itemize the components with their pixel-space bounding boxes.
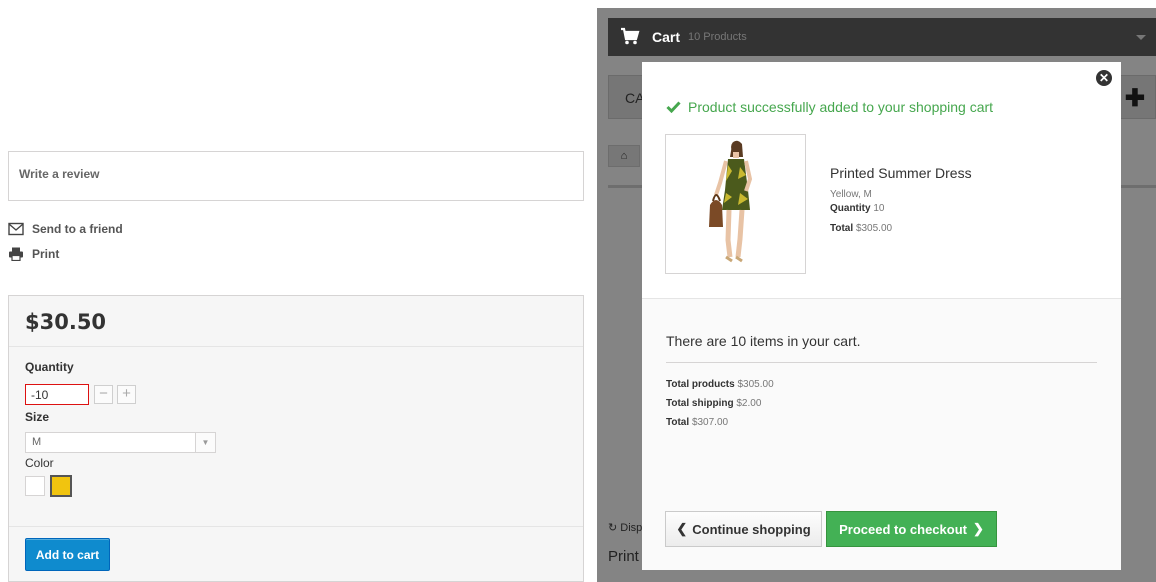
size-value: M — [32, 436, 42, 448]
size-label: Size — [25, 410, 50, 424]
quantity-input[interactable] — [25, 384, 89, 405]
home-icon: ⌂ — [608, 145, 640, 167]
color-label: Color — [25, 456, 54, 470]
cart-bar[interactable]: Cart 10 Products — [608, 18, 1156, 56]
product-total-line: Total $305.00 — [830, 223, 892, 234]
total-products-value: $305.00 — [737, 379, 774, 390]
total-products-label: Total products — [666, 379, 735, 390]
product-quantity-value: 10 — [873, 203, 885, 214]
cart-title: Cart — [652, 29, 681, 45]
total-products-line: Total products $305.00 — [666, 379, 774, 390]
check-icon — [666, 101, 681, 113]
cart-count: 10 Products — [688, 31, 747, 43]
chevron-down-icon: ▼ — [195, 433, 215, 452]
print-link[interactable]: Print — [8, 247, 59, 261]
price-row: $30.50 — [9, 296, 583, 347]
product-price: $30.50 — [25, 310, 107, 334]
proceed-to-checkout-label: Proceed to checkout — [839, 521, 967, 537]
summary-divider — [666, 362, 1097, 363]
product-quantity-line: Quantity 10 — [830, 203, 884, 214]
cart-modal: ✕ Product successfully added to your sho… — [642, 62, 1121, 570]
product-image — [665, 134, 806, 274]
write-review-link[interactable]: Write a review — [19, 167, 99, 181]
total-shipping-value: $2.00 — [736, 398, 762, 409]
product-name: Printed Summer Dress — [830, 165, 972, 181]
refresh-icon: ↻ — [608, 522, 618, 534]
grand-total-line: Total $307.00 — [666, 417, 728, 428]
color-swatch-white[interactable] — [25, 476, 45, 496]
product-quantity-label: Quantity — [830, 203, 871, 214]
buy-box: $30.50 Quantity − + Size M ▼ Color Add t… — [8, 295, 584, 582]
print-heading: Print — [608, 548, 639, 565]
product-total-value: $305.00 — [855, 223, 893, 234]
envelope-icon — [8, 222, 24, 236]
continue-shopping-button[interactable]: ❮ Continue shopping — [665, 511, 822, 547]
grand-total-value: $307.00 — [691, 417, 729, 428]
print-label: Print — [32, 247, 60, 261]
plus-icon: ✚ — [1124, 85, 1145, 112]
total-shipping-line: Total shipping $2.00 — [666, 398, 761, 409]
continue-shopping-label: Continue shopping — [692, 521, 811, 537]
proceed-to-checkout-button[interactable]: Proceed to checkout ❯ — [826, 511, 997, 547]
chevron-left-icon: ❮ — [676, 521, 688, 536]
close-icon[interactable]: ✕ — [1096, 70, 1112, 86]
quantity-plus-button[interactable]: + — [117, 385, 136, 404]
total-shipping-label: Total shipping — [666, 398, 734, 409]
display-link: ↻ Displ — [608, 521, 645, 534]
review-box: Write a review — [8, 151, 584, 201]
product-options: Quantity − + Size M ▼ Color — [9, 348, 583, 527]
modal-cart-summary: There are 10 items in your cart. Total p… — [642, 299, 1121, 570]
grand-total-label: Total — [666, 417, 690, 428]
chevron-right-icon: ❯ — [972, 521, 984, 536]
product-attributes: Yellow, M — [830, 189, 872, 200]
cart-icon — [621, 27, 640, 45]
caret-down-icon — [1136, 35, 1146, 40]
send-to-friend-link[interactable]: Send to a friend — [8, 222, 123, 236]
color-swatch-yellow[interactable] — [50, 475, 72, 497]
quantity-minus-button[interactable]: − — [94, 385, 113, 404]
cart-items-message: There are 10 items in your cart. — [666, 333, 861, 349]
printer-icon — [9, 247, 23, 261]
product-total-label: Total — [830, 223, 854, 234]
send-to-friend-label: Send to a friend — [32, 222, 123, 236]
success-message: Product successfully added to your shopp… — [666, 99, 993, 115]
quantity-label: Quantity — [25, 360, 74, 374]
add-to-cart-button[interactable]: Add to cart — [25, 538, 110, 571]
dress-model-image — [709, 140, 753, 263]
success-text: Product successfully added to your shopp… — [688, 99, 994, 115]
modal-product-section: ✕ Product successfully added to your sho… — [642, 62, 1121, 299]
size-select[interactable]: M ▼ — [25, 432, 216, 453]
